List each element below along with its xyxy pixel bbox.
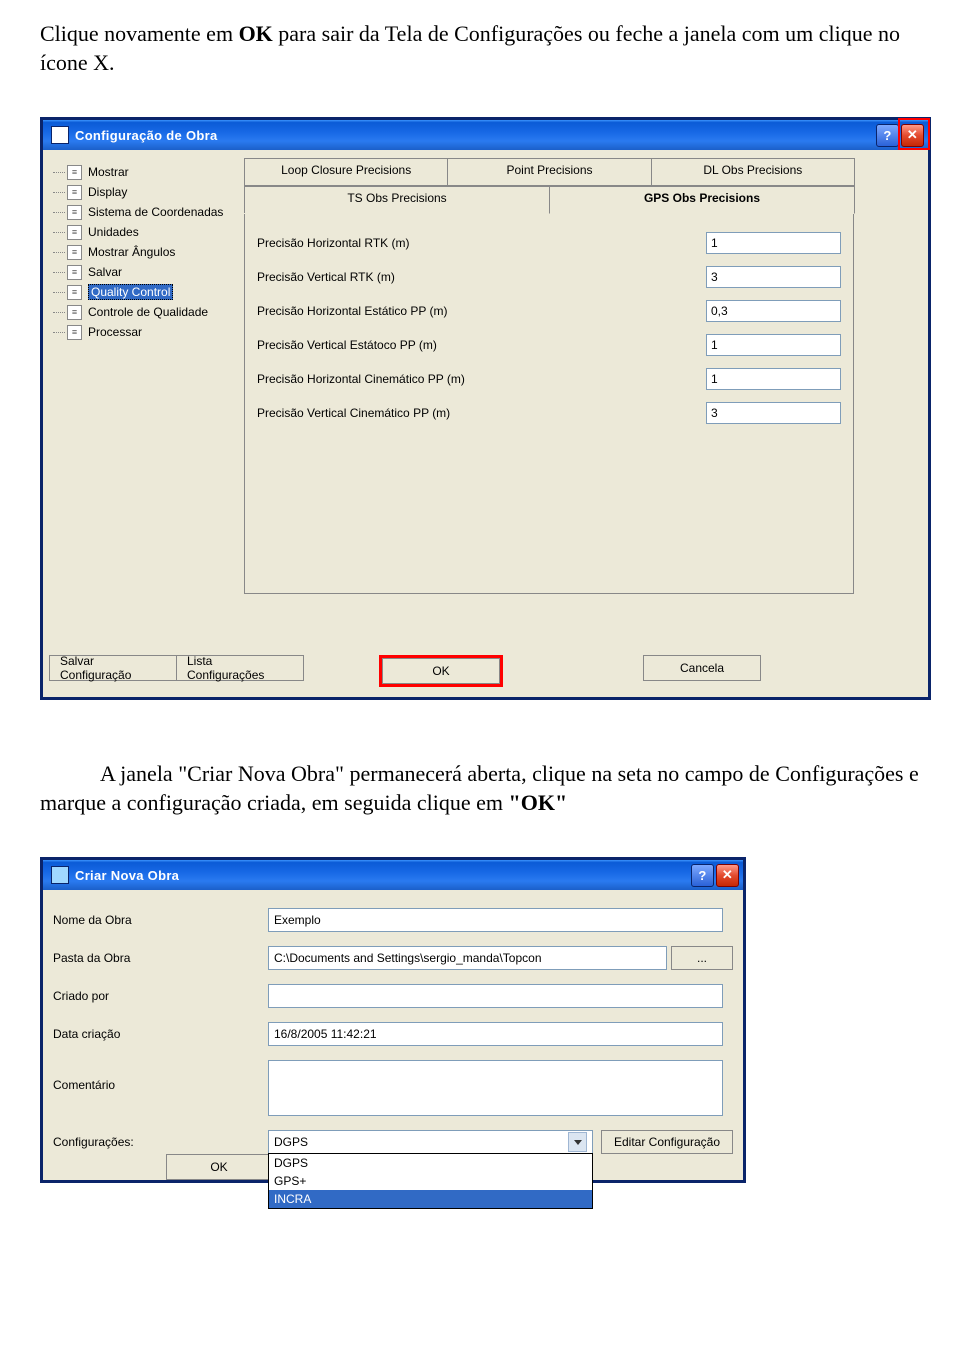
tree-item[interactable]: ≡Salvar xyxy=(49,262,244,282)
dropdown-item[interactable]: DGPS xyxy=(269,1154,592,1172)
tree-expand-icon: ≡ xyxy=(67,245,82,260)
field-input[interactable]: 1 xyxy=(706,368,841,390)
tree-item[interactable]: ≡Controle de Qualidade xyxy=(49,302,244,322)
titlebar[interactable]: Configuração de Obra ? ✕ xyxy=(43,120,928,150)
nome-label: Nome da Obra xyxy=(53,913,268,927)
tab[interactable]: Loop Closure Precisions xyxy=(244,158,448,186)
field-label: Precisão Horizontal Cinemático PP (m) xyxy=(257,372,557,386)
field-input[interactable]: 1 xyxy=(706,334,841,356)
salvar-config-button[interactable]: Salvar Configuração xyxy=(49,655,177,681)
app-icon xyxy=(51,126,69,144)
config-dropdown: DGPSGPS+INCRA xyxy=(268,1153,593,1209)
dropdown-item[interactable]: INCRA xyxy=(269,1190,592,1208)
ok-button[interactable]: OK xyxy=(382,658,500,684)
tree-item[interactable]: ≡Processar xyxy=(49,322,244,342)
ok-highlight: OK xyxy=(379,655,503,687)
tree-item[interactable]: ≡Unidades xyxy=(49,222,244,242)
coment-label: Comentário xyxy=(53,1060,268,1092)
config-select[interactable]: DGPS xyxy=(268,1130,593,1154)
tree-item[interactable]: ≡Display xyxy=(49,182,244,202)
tab[interactable]: DL Obs Precisions xyxy=(651,158,855,186)
data-input[interactable]: 16/8/2005 11:42:21 xyxy=(268,1022,723,1046)
tabs-panel: Loop Closure PrecisionsPoint PrecisionsD… xyxy=(244,158,854,649)
tab-content: Precisão Horizontal RTK (m) 1 Precisão Ver… xyxy=(244,214,854,594)
window-title: Criar Nova Obra xyxy=(75,868,179,883)
titlebar[interactable]: Criar Nova Obra ? ✕ xyxy=(43,860,743,890)
close-button[interactable]: ✕ xyxy=(901,124,924,147)
tree-expand-icon: ≡ xyxy=(67,185,82,200)
coment-input[interactable] xyxy=(268,1060,723,1116)
field-input[interactable]: 3 xyxy=(706,266,841,288)
help-button[interactable]: ? xyxy=(691,864,714,887)
tree-expand-icon: ≡ xyxy=(67,205,82,220)
paragraph-2: A janela "Criar Nova Obra" permanecerá a… xyxy=(40,760,920,817)
cancel-button[interactable]: Cancela xyxy=(643,655,761,681)
tree-item[interactable]: ≡Sistema de Coordenadas xyxy=(49,202,244,222)
criado-label: Criado por xyxy=(53,989,268,1003)
paragraph-1: Clique novamente em OK para sair da Tela… xyxy=(40,20,920,77)
window-title: Configuração de Obra xyxy=(75,128,218,143)
config-label: Configurações: xyxy=(53,1135,268,1149)
lista-config-button[interactable]: Lista Configurações xyxy=(176,655,304,681)
field-label: Precisão Vertical Cinemático PP (m) xyxy=(257,406,557,420)
field-input[interactable]: 1 xyxy=(706,232,841,254)
ok-button[interactable]: OK xyxy=(166,1154,272,1180)
nome-input[interactable]: Exemplo xyxy=(268,908,723,932)
field-label: Precisão Vertical RTK (m) xyxy=(257,270,557,284)
dropdown-item[interactable]: GPS+ xyxy=(269,1172,592,1190)
dialog-footer: Salvar Configuração Lista Configurações … xyxy=(43,655,928,697)
pasta-label: Pasta da Obra xyxy=(53,951,268,965)
tree-expand-icon: ≡ xyxy=(67,305,82,320)
field-input[interactable]: 3 xyxy=(706,402,841,424)
tree-expand-icon: ≡ xyxy=(67,265,82,280)
tab[interactable]: TS Obs Precisions xyxy=(244,186,550,213)
field-input[interactable]: 0,3 xyxy=(706,300,841,322)
app-icon xyxy=(51,866,69,884)
tree-expand-icon: ≡ xyxy=(67,285,82,300)
chevron-down-icon[interactable] xyxy=(568,1132,587,1152)
new-obra-dialog: Criar Nova Obra ? ✕ Nome da Obra Exemplo… xyxy=(40,857,746,1183)
nav-tree: ≡Mostrar≡Display≡Sistema de Coordenadas≡… xyxy=(49,158,244,649)
close-button[interactable]: ✕ xyxy=(716,864,739,887)
help-button[interactable]: ? xyxy=(876,124,899,147)
tab[interactable]: GPS Obs Precisions xyxy=(549,186,855,214)
browse-button[interactable]: ... xyxy=(671,946,733,970)
pasta-input[interactable]: C:\Documents and Settings\sergio_manda\T… xyxy=(268,946,667,970)
field-label: Precisão Horizontal RTK (m) xyxy=(257,236,557,250)
tree-expand-icon: ≡ xyxy=(67,325,82,340)
config-select-value: DGPS xyxy=(274,1135,308,1149)
tree-item[interactable]: ≡Mostrar xyxy=(49,162,244,182)
field-label: Precisão Vertical Estátoco PP (m) xyxy=(257,338,557,352)
field-label: Precisão Horizontal Estático PP (m) xyxy=(257,304,557,318)
criado-input[interactable] xyxy=(268,984,723,1008)
tree-expand-icon: ≡ xyxy=(67,225,82,240)
config-dialog: Configuração de Obra ? ✕ ≡Mostrar≡Displa… xyxy=(40,117,931,700)
tree-item[interactable]: ≡Quality Control xyxy=(49,282,244,302)
edit-config-button[interactable]: Editar Configuração xyxy=(601,1130,733,1154)
data-label: Data criação xyxy=(53,1027,268,1041)
tree-expand-icon: ≡ xyxy=(67,165,82,180)
tab[interactable]: Point Precisions xyxy=(447,158,651,186)
tree-item[interactable]: ≡Mostrar Ângulos xyxy=(49,242,244,262)
